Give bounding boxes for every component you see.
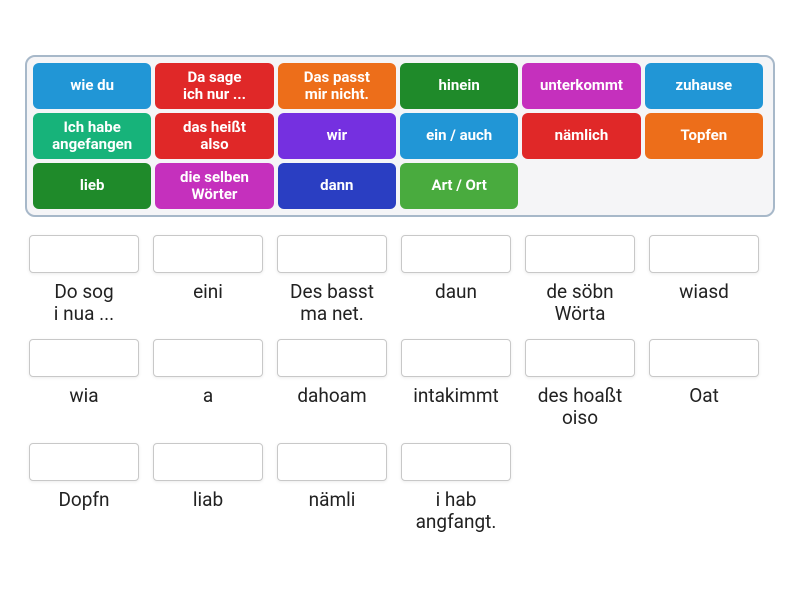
target-label: daun (435, 281, 477, 325)
target-item: wia (29, 339, 139, 429)
target-item: wiasd (649, 235, 759, 325)
word-tile[interactable]: wir (278, 113, 396, 159)
drop-slot[interactable] (525, 339, 635, 377)
word-tile[interactable]: Ich habe angefangen (33, 113, 151, 159)
word-tile[interactable]: unterkommt (522, 63, 640, 109)
word-tile[interactable]: nämlich (522, 113, 640, 159)
target-item: Do sog i nua ... (29, 235, 139, 325)
drop-slot[interactable] (153, 235, 263, 273)
word-tile[interactable]: ein / auch (400, 113, 518, 159)
word-tile[interactable]: die selben Wörter (155, 163, 273, 209)
drop-slot[interactable] (401, 339, 511, 377)
target-label: de söbn Wörta (546, 281, 613, 325)
target-label: wiasd (679, 281, 729, 325)
drop-slot[interactable] (401, 443, 511, 481)
drop-slot[interactable] (277, 235, 387, 273)
word-tile[interactable]: dann (278, 163, 396, 209)
drop-slot[interactable] (29, 443, 139, 481)
drop-slot[interactable] (153, 443, 263, 481)
word-tile[interactable]: lieb (33, 163, 151, 209)
target-item: nämli (277, 443, 387, 533)
target-item: intakimmt (401, 339, 511, 429)
target-item: liab (153, 443, 263, 533)
target-item: Dopfn (29, 443, 139, 533)
word-tile[interactable]: Das passt mir nicht. (278, 63, 396, 109)
target-label: des hoaßt oiso (538, 385, 622, 429)
target-label: eini (193, 281, 223, 325)
target-label: Do sog i nua ... (54, 281, 114, 325)
target-item: Des basst ma net. (277, 235, 387, 325)
drop-slot[interactable] (277, 339, 387, 377)
drop-slot[interactable] (401, 235, 511, 273)
target-item: i hab angfangt. (401, 443, 511, 533)
target-label: Dopfn (58, 489, 109, 533)
word-bank: wie duDa sage ich nur ...Das passt mir n… (25, 55, 775, 217)
word-tile[interactable]: das heißt also (155, 113, 273, 159)
target-item: a (153, 339, 263, 429)
target-item: des hoaßt oiso (525, 339, 635, 429)
drop-slot[interactable] (525, 235, 635, 273)
word-tile[interactable]: Da sage ich nur ... (155, 63, 273, 109)
target-label: wia (69, 385, 98, 429)
word-tile[interactable]: Topfen (645, 113, 763, 159)
word-tile[interactable]: wie du (33, 63, 151, 109)
drop-slot[interactable] (649, 339, 759, 377)
target-label: liab (193, 489, 223, 533)
targets-grid: Do sog i nua ... eini Des basst ma net. dau… (25, 235, 775, 533)
drop-slot[interactable] (649, 235, 759, 273)
target-label: i hab angfangt. (416, 489, 497, 533)
target-label: Des basst ma net. (290, 281, 374, 325)
word-tile[interactable]: Art / Ort (400, 163, 518, 209)
target-label: Oat (689, 385, 719, 429)
target-item: dahoam (277, 339, 387, 429)
target-label: a (203, 385, 213, 429)
target-item: Oat (649, 339, 759, 429)
target-item: eini (153, 235, 263, 325)
target-label: nämli (309, 489, 356, 533)
word-tile[interactable]: zuhause (645, 63, 763, 109)
word-tile[interactable]: hinein (400, 63, 518, 109)
target-label: dahoam (297, 385, 366, 429)
target-item: de söbn Wörta (525, 235, 635, 325)
drop-slot[interactable] (277, 443, 387, 481)
target-label: intakimmt (413, 385, 498, 429)
drop-slot[interactable] (29, 235, 139, 273)
drop-slot[interactable] (29, 339, 139, 377)
target-item: daun (401, 235, 511, 325)
drop-slot[interactable] (153, 339, 263, 377)
